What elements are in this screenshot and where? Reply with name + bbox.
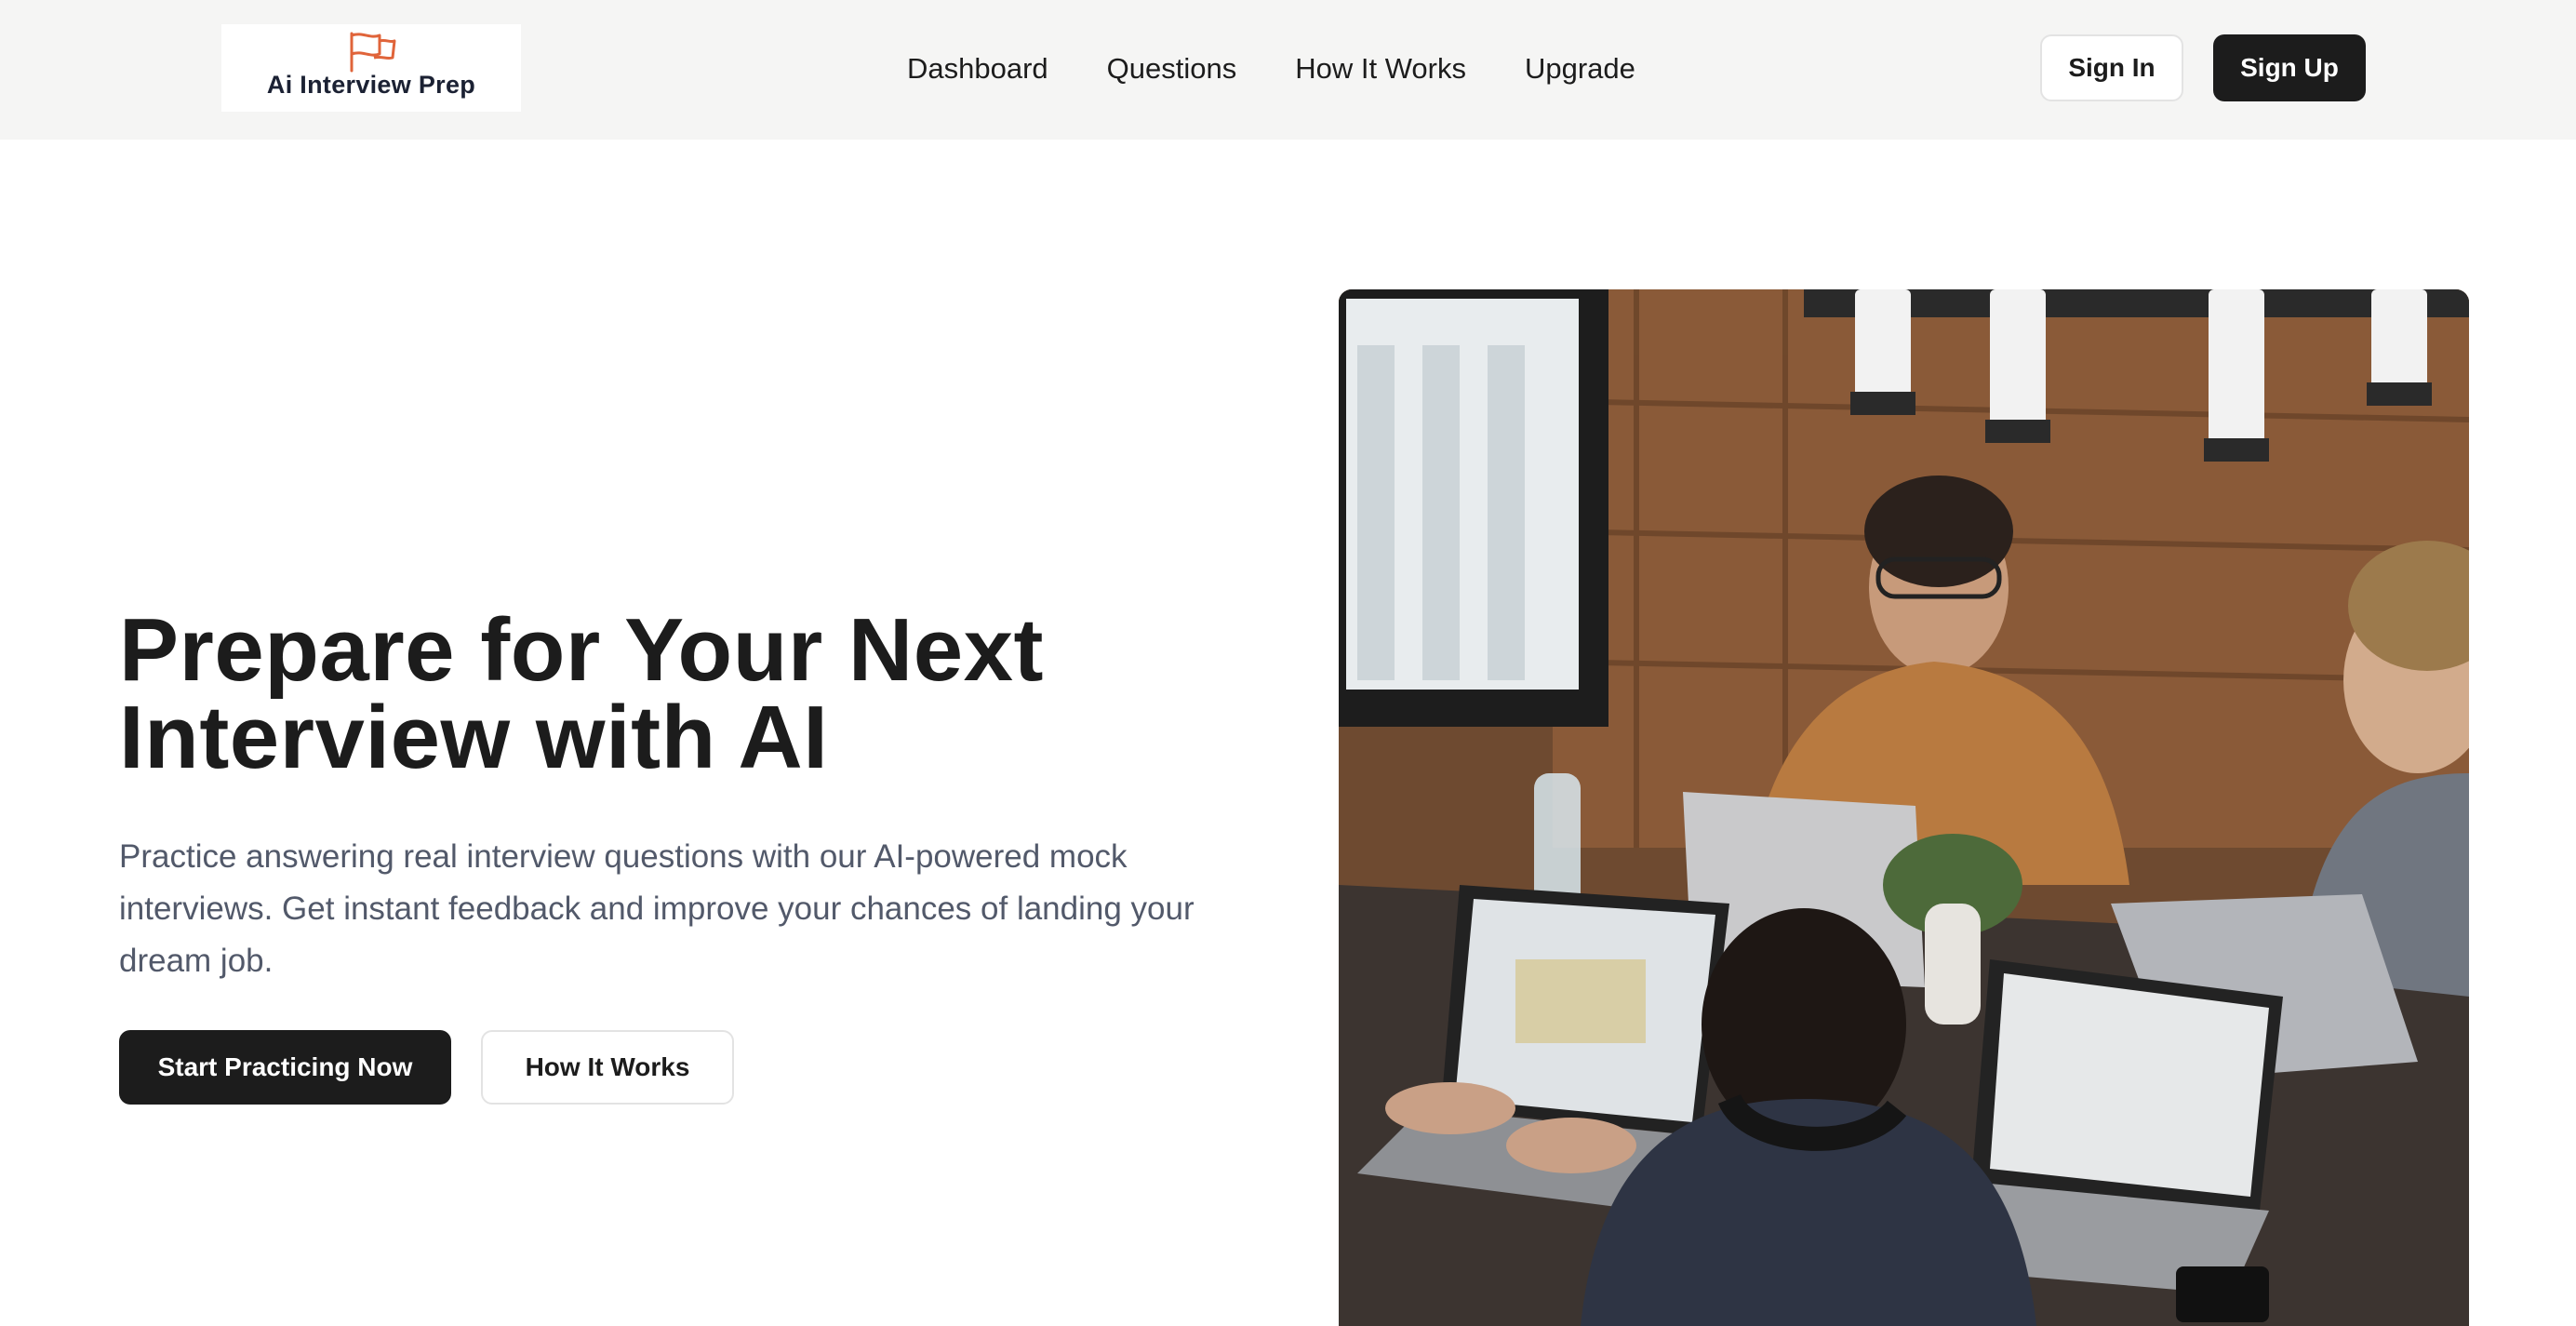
hero-title: Prepare for Your Next Interview with AI [119,600,1044,787]
team-working-photo [1339,289,2469,1326]
nav-item-questions[interactable]: Questions [1107,52,1237,86]
flag-icon [350,32,396,73]
nav-item-dashboard[interactable]: Dashboard [907,52,1048,86]
hero-description: Practice answering real interview questi… [119,838,1195,979]
sign-in-button[interactable]: Sign In [2040,34,2183,101]
sign-up-button[interactable]: Sign Up [2213,34,2366,101]
brand-logo[interactable]: Ai Interview Prep [221,24,521,112]
how-it-works-button[interactable]: How It Works [481,1030,734,1105]
start-practicing-button[interactable]: Start Practicing Now [119,1030,451,1105]
top-navbar: Ai Interview Prep Dashboard Questions Ho… [0,0,2576,140]
main-nav: Dashboard Questions How It Works Upgrade [907,48,1635,89]
hero-image [1339,289,2469,1326]
nav-item-how-it-works[interactable]: How It Works [1295,52,1466,86]
nav-item-upgrade[interactable]: Upgrade [1525,52,1635,86]
brand-name: Ai Interview Prep [266,71,476,99]
